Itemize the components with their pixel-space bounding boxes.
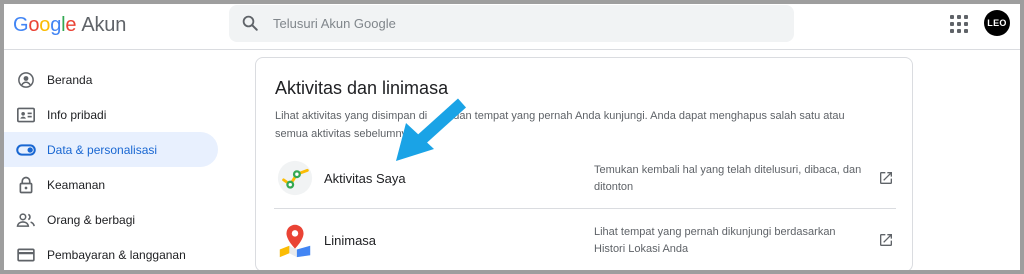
- open-in-new-icon[interactable]: [878, 170, 894, 186]
- logo-letter: g: [50, 14, 62, 36]
- sidebar-item-keamanan[interactable]: Keamanan: [4, 167, 218, 202]
- sidebar-item-orang-berbagi[interactable]: Orang & berbagi: [4, 202, 218, 237]
- sidebar-item-label: Orang & berbagi: [47, 212, 136, 227]
- logo-letter: e: [65, 14, 77, 36]
- activity-timeline-card: Aktivitas dan linimasa Lihat aktivitas y…: [255, 57, 913, 270]
- row-description: Temukan kembali hal yang telah ditelusur…: [594, 164, 862, 193]
- row-title: Linimasa: [324, 233, 377, 248]
- timeline-row[interactable]: Linimasa Lihat tempat yang pernah dikunj…: [274, 208, 896, 270]
- my-activity-row[interactable]: Aktivitas Saya Temukan kembali hal yang …: [274, 147, 896, 209]
- google-account-logo[interactable]: Google Akun: [13, 14, 126, 37]
- card-description-part: Lihat aktivitas yang disimpan di: [275, 110, 428, 122]
- sidebar-nav: Beranda Info pribadi Data & personalisas…: [4, 62, 218, 270]
- logo-product-name: Akun: [81, 14, 127, 36]
- sidebar-item-label: Data & personalisasi: [47, 142, 158, 157]
- toggle-icon: [16, 140, 36, 160]
- id-card-icon: [16, 105, 36, 125]
- sidebar-item-label: Beranda: [47, 72, 93, 87]
- sidebar-item-label: Info pribadi: [47, 107, 107, 122]
- sidebar-item-data-personalisasi[interactable]: Data & personalisasi: [4, 132, 218, 167]
- sidebar-item-label: Pembayaran & langganan: [47, 247, 186, 262]
- account-circle-icon: [16, 70, 36, 90]
- top-bar: GoogleAkun LEO: [4, 4, 1020, 50]
- search-icon[interactable]: [241, 14, 259, 32]
- card-description-part: dan tempat yang pernah Anda kunjungi. An…: [453, 110, 845, 122]
- my-activity-icon: [277, 160, 313, 196]
- search-input[interactable]: [273, 13, 773, 33]
- lock-icon: [16, 175, 36, 195]
- sidebar-item-beranda[interactable]: Beranda: [4, 62, 218, 97]
- logo-letter: G: [13, 14, 29, 36]
- sidebar-item-pembayaran[interactable]: Pembayaran & langganan: [4, 237, 218, 270]
- logo-letter: o: [39, 14, 51, 36]
- sidebar-item-info-pribadi[interactable]: Info pribadi: [4, 97, 218, 132]
- map-pin-icon: [279, 224, 311, 258]
- row-description: Lihat tempat yang pernah dikunjungi berd…: [594, 226, 836, 255]
- logo-letter: o: [28, 14, 40, 36]
- card-description: Lihat aktivitas yang disimpan di dan temp…: [275, 107, 875, 143]
- apps-grid-icon[interactable]: [950, 15, 968, 33]
- row-title: Aktivitas Saya: [324, 171, 406, 186]
- screenshot-frame: GoogleAkun LEO Beranda Inf: [0, 0, 1024, 274]
- credit-card-icon: [16, 245, 36, 265]
- people-icon: [16, 210, 36, 230]
- card-description-part: semua aktivitas sebelumny: [275, 128, 408, 140]
- open-in-new-icon[interactable]: [878, 232, 894, 248]
- sidebar-item-label: Keamanan: [47, 177, 106, 192]
- search-bar[interactable]: [229, 5, 794, 42]
- card-title: Aktivitas dan linimasa: [275, 78, 449, 98]
- avatar[interactable]: LEO: [984, 10, 1010, 36]
